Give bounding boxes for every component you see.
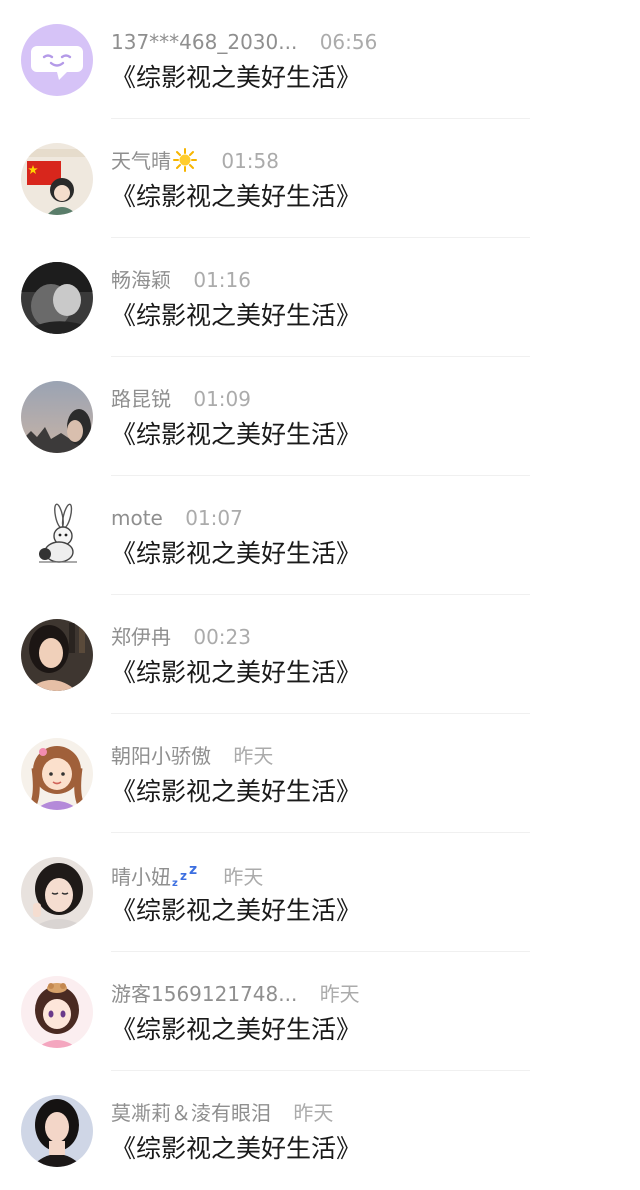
- conversation-meta: 路昆锐 01:09: [111, 385, 251, 413]
- conversation-item[interactable]: 晴小妞 z z z 昨天 《综影视之美好生活》: [0, 833, 640, 952]
- contact-name: 路昆锐: [111, 387, 171, 411]
- message-time: 昨天: [223, 865, 264, 889]
- conversation-meta: 137***468_2030... 06:56: [111, 28, 377, 56]
- contact-name: 莫凘莉＆淩有眼泪: [111, 1101, 271, 1125]
- message-time: 01:07: [185, 506, 243, 530]
- message-time: 昨天: [319, 982, 360, 1006]
- message-time: 01:58: [221, 149, 279, 173]
- conversation-meta: 游客1569121748... 昨天: [111, 980, 360, 1008]
- conversation-item[interactable]: 畅海颖 01:16 《综影视之美好生活》: [0, 238, 640, 357]
- conversation-list: 137***468_2030... 06:56 《综影视之美好生活》 天气晴 0…: [0, 0, 640, 1186]
- conversation-meta: mote 01:07: [111, 504, 243, 532]
- sun-emoji-icon: [171, 147, 199, 180]
- contact-name: 游客1569121748...: [111, 982, 298, 1006]
- contact-name: mote: [111, 506, 163, 530]
- user-avatar-photo[interactable]: [21, 619, 93, 691]
- svg-text:z: z: [172, 878, 178, 889]
- user-avatar-photo[interactable]: [21, 1095, 93, 1167]
- message-preview: 《综影视之美好生活》: [111, 182, 362, 211]
- message-preview: 《综影视之美好生活》: [111, 896, 362, 925]
- message-preview: 《综影视之美好生活》: [111, 1015, 362, 1044]
- message-preview: 《综影视之美好生活》: [111, 1134, 362, 1163]
- zzz-sleep-icon: zzz: [171, 861, 201, 896]
- svg-text:z: z: [180, 869, 187, 883]
- conversation-meta: 朝阳小骄傲 昨天: [111, 742, 273, 770]
- conversation-meta: 莫凘莉＆淩有眼泪 昨天: [111, 1099, 333, 1127]
- message-preview: 《综影视之美好生活》: [111, 301, 362, 330]
- conversation-item[interactable]: 天气晴 01:58 《综影视之美好生活》: [0, 119, 640, 238]
- conversation-meta: 郑伊冉 00:23: [111, 623, 251, 651]
- contact-name: 郑伊冉: [111, 625, 171, 649]
- user-avatar-photo[interactable]: [21, 262, 93, 334]
- contact-name: 晴小妞: [111, 865, 171, 889]
- user-avatar-photo[interactable]: [21, 143, 93, 215]
- conversation-item[interactable]: 莫凘莉＆淩有眼泪 昨天 《综影视之美好生活》: [0, 1071, 640, 1190]
- message-time: 00:23: [193, 625, 251, 649]
- conversation-item[interactable]: 137***468_2030... 06:56 《综影视之美好生活》: [0, 0, 640, 119]
- conversation-meta: 天气晴 01:58: [111, 147, 279, 175]
- message-time: 06:56: [319, 30, 378, 54]
- conversation-meta: 畅海颖 01:16: [111, 266, 251, 294]
- rabbit-sketch-avatar[interactable]: [21, 500, 93, 572]
- conversation-item[interactable]: 朝阳小骄傲 昨天 《综影视之美好生活》: [0, 714, 640, 833]
- user-avatar-photo[interactable]: [21, 381, 93, 453]
- default-chat-avatar[interactable]: [21, 24, 93, 96]
- message-preview: 《综影视之美好生活》: [111, 777, 362, 806]
- message-preview: 《综影视之美好生活》: [111, 658, 362, 687]
- message-time: 昨天: [293, 1101, 334, 1125]
- svg-text:z: z: [189, 862, 197, 878]
- conversation-item[interactable]: 郑伊冉 00:23 《综影视之美好生活》: [0, 595, 640, 714]
- anime-girl-avatar[interactable]: [21, 976, 93, 1048]
- conversation-item[interactable]: mote 01:07 《综影视之美好生活》: [0, 476, 640, 595]
- message-time: 01:09: [193, 387, 251, 411]
- message-preview: 《综影视之美好生活》: [111, 539, 362, 568]
- cartoon-girl-avatar[interactable]: [21, 738, 93, 810]
- contact-name: 137***468_2030...: [111, 30, 298, 54]
- message-preview: 《综影视之美好生活》: [111, 420, 362, 449]
- contact-name: 朝阳小骄傲: [111, 744, 211, 768]
- conversation-item[interactable]: 游客1569121748... 昨天 《综影视之美好生活》: [0, 952, 640, 1071]
- user-avatar-photo[interactable]: [21, 857, 93, 929]
- message-preview: 《综影视之美好生活》: [111, 63, 362, 92]
- message-time: 昨天: [233, 744, 274, 768]
- contact-name: 畅海颖: [111, 268, 171, 292]
- message-time: 01:16: [193, 268, 251, 292]
- conversation-item[interactable]: 路昆锐 01:09 《综影视之美好生活》: [0, 357, 640, 476]
- contact-name: 天气晴: [111, 149, 171, 173]
- conversation-meta: 晴小妞 z z z 昨天: [111, 861, 263, 889]
